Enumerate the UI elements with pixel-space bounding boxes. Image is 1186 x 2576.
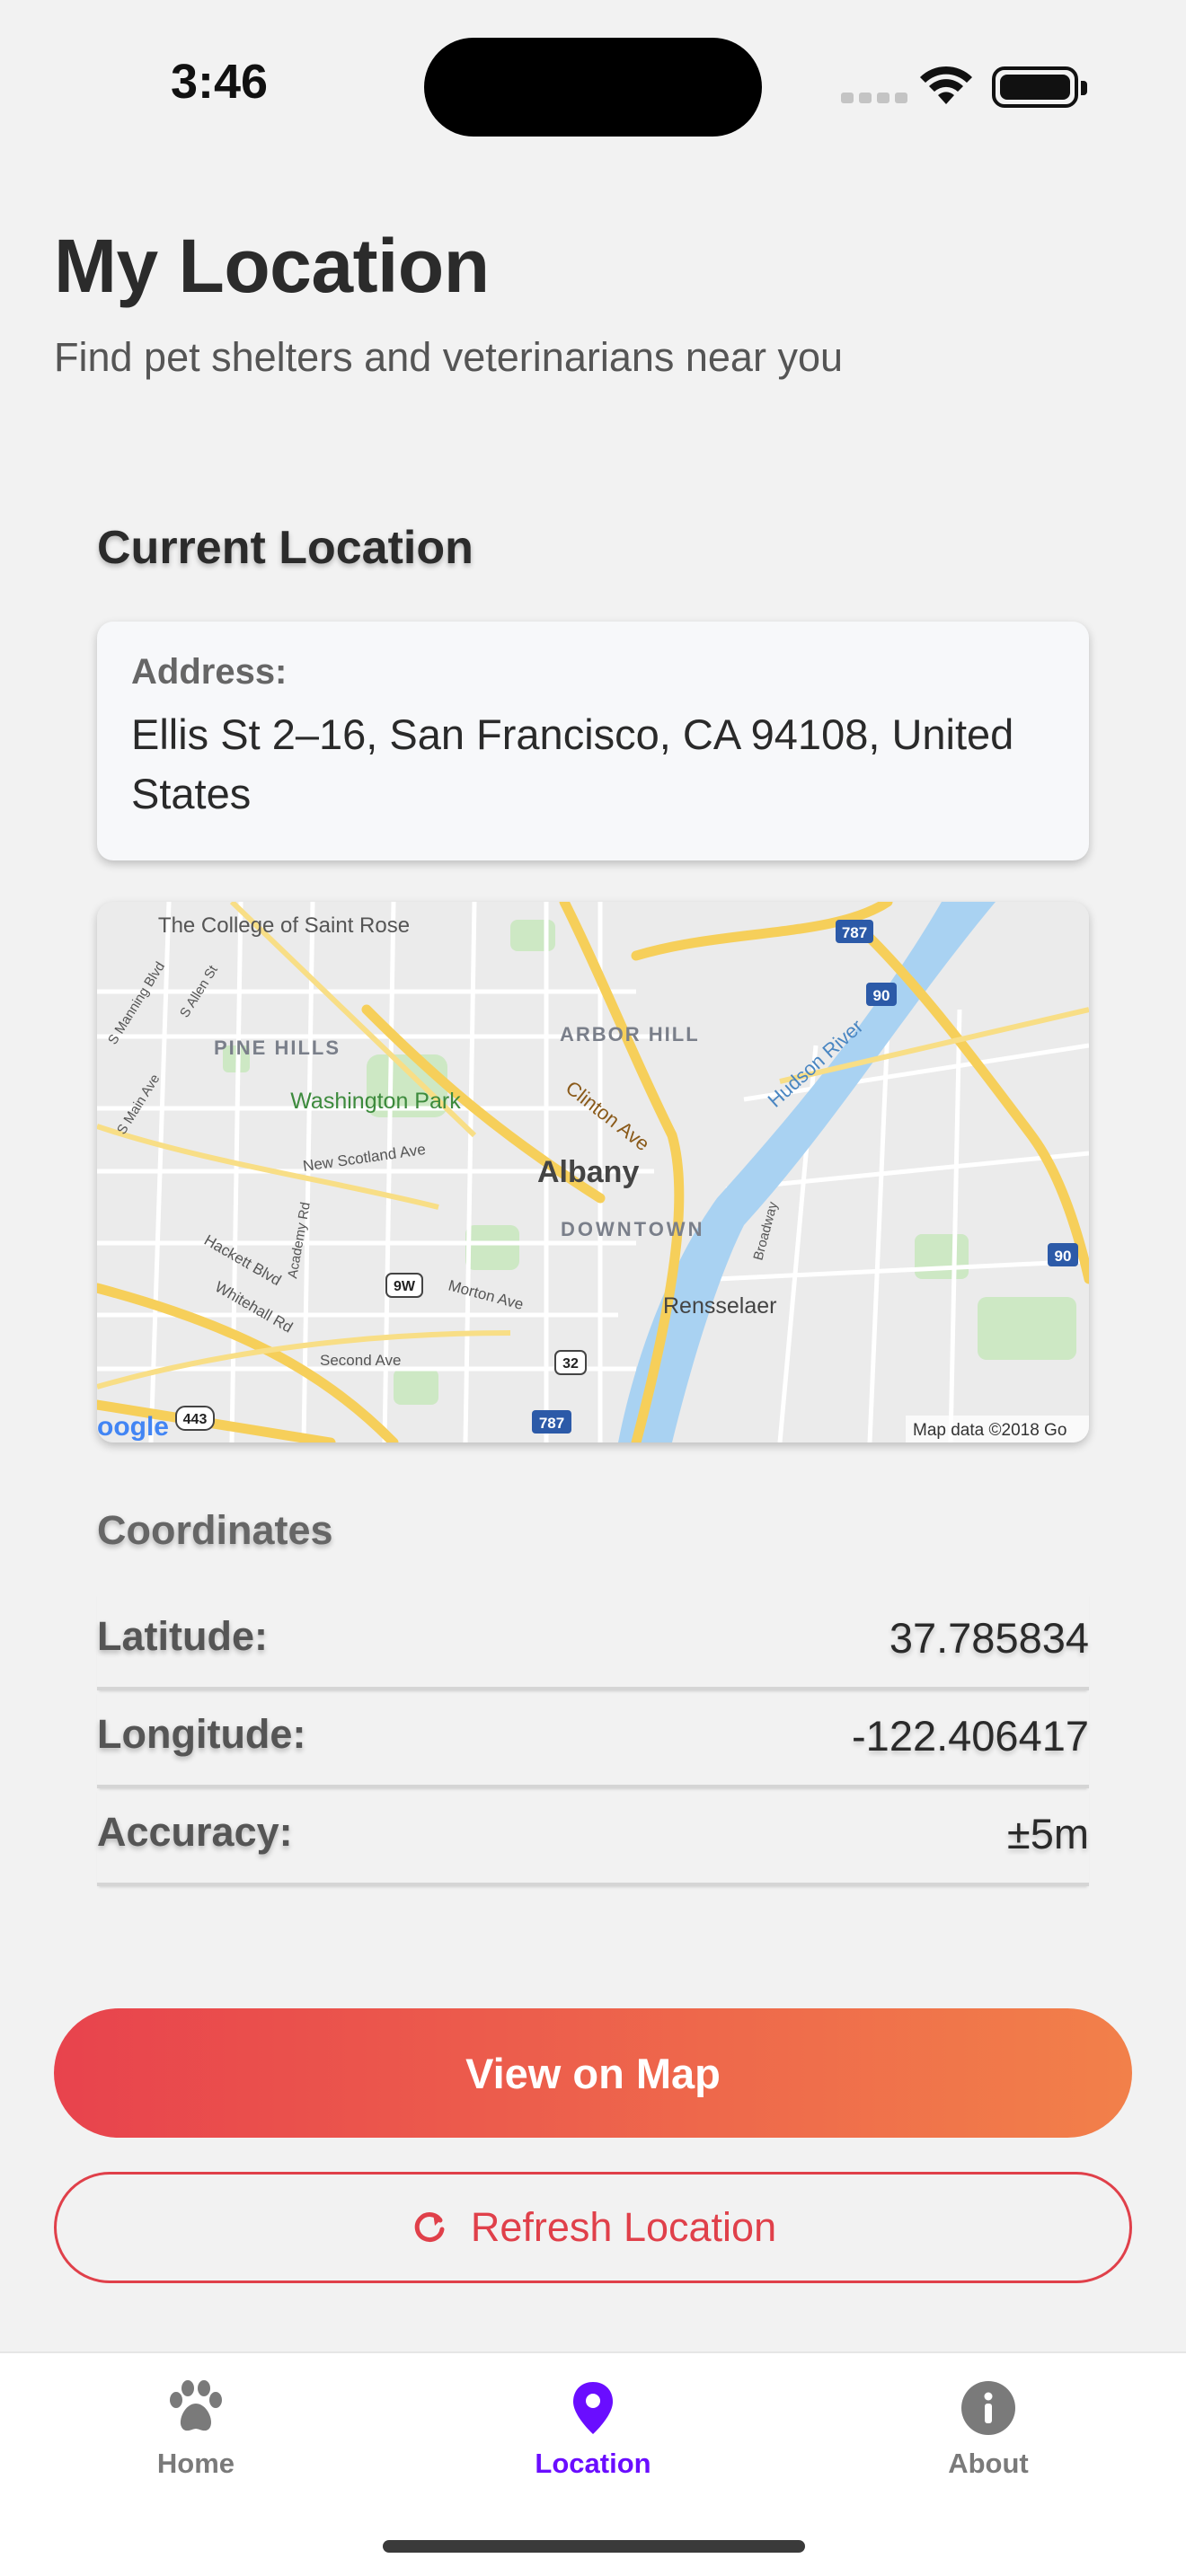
map-shield-90-east: 90 [1048,1243,1078,1266]
battery-icon [992,66,1087,108]
info-icon [961,2381,1015,2435]
google-logo: oogle [97,1412,169,1442]
status-bar: 3:46 [0,0,1186,171]
longitude-label: Longitude: [97,1711,306,1757]
view-on-map-button[interactable]: View on Map [54,2008,1132,2138]
refresh-icon [414,2212,445,2243]
accuracy-value: ±5m [1006,1810,1089,1857]
page-title: My Location [54,224,490,308]
dynamic-island [424,38,762,137]
current-location-heading: Current Location [97,522,474,574]
latitude-value: 37.785834 [889,1614,1089,1662]
map-shield-32: 32 [554,1350,587,1375]
page-subtitle: Find pet shelters and veterinarians near… [54,334,844,380]
map-pin-icon [573,2382,613,2434]
paw-icon [170,2380,222,2431]
map-shield-787-south: 787 [532,1410,571,1434]
map-image: The College of Saint Rose PINE HILLS ARB… [97,902,1089,1442]
refresh-location-button[interactable]: Refresh Location [54,2172,1132,2283]
map-label-college: The College of Saint Rose [158,913,410,938]
latitude-label: Latitude: [97,1613,268,1659]
status-time: 3:46 [171,55,269,109]
map-label-rensselaer: Rensselaer [663,1293,776,1319]
svg-text:787: 787 [539,1415,564,1432]
map-label-second-ave: Second Ave [320,1352,401,1369]
longitude-value: -122.406417 [852,1712,1089,1760]
coordinates-heading: Coordinates [97,1507,333,1553]
accuracy-label: Accuracy: [97,1809,293,1855]
svg-text:90: 90 [873,987,890,1004]
map-label-albany: Albany [537,1155,639,1189]
wifi-icon [920,66,972,104]
svg-text:787: 787 [842,924,867,941]
map-shield-443: 443 [175,1406,215,1431]
tab-location-label: Location [535,2448,651,2479]
longitude-row: Longitude: -122.406417 [97,1689,1089,1788]
svg-text:9W: 9W [394,1279,416,1294]
map-label-arbor-hill: ARBOR HILL [560,1023,700,1045]
address-label: Address: [131,652,288,692]
svg-text:90: 90 [1055,1248,1072,1265]
tab-home-label: Home [156,2448,235,2479]
tab-about[interactable]: About [854,2380,1123,2480]
map-shield-90-north: 90 [866,983,897,1006]
map-label-washington-park: Washington Park [290,1089,461,1114]
address-value: Ellis St 2–16, San Francisco, CA 94108, … [131,710,1014,817]
svg-text:32: 32 [562,1356,579,1372]
tab-location[interactable]: Location [458,2380,728,2480]
map-label-downtown: DOWNTOWN [561,1218,704,1240]
tab-home[interactable]: Home [61,2380,331,2480]
tab-about-label: About [948,2448,1029,2479]
map-label-pine-hills: PINE HILLS [214,1037,341,1059]
refresh-location-label: Refresh Location [470,2204,777,2250]
latitude-row: Latitude: 37.785834 [97,1592,1089,1690]
view-on-map-label: View on Map [465,2049,721,2097]
accuracy-row: Accuracy: ±5m [97,1787,1089,1886]
address-card: Address: Ellis St 2–16, San Francisco, C… [97,622,1089,860]
home-indicator [383,2540,805,2553]
map-shield-9w: 9W [385,1273,423,1298]
svg-text:443: 443 [183,1412,208,1427]
map-attribution: Map data ©2018 Go [913,1421,1067,1440]
map-shield-787-north: 787 [836,920,873,943]
cellular-signal-icon [841,92,913,103]
map-preview[interactable]: The College of Saint Rose PINE HILLS ARB… [97,902,1089,1442]
